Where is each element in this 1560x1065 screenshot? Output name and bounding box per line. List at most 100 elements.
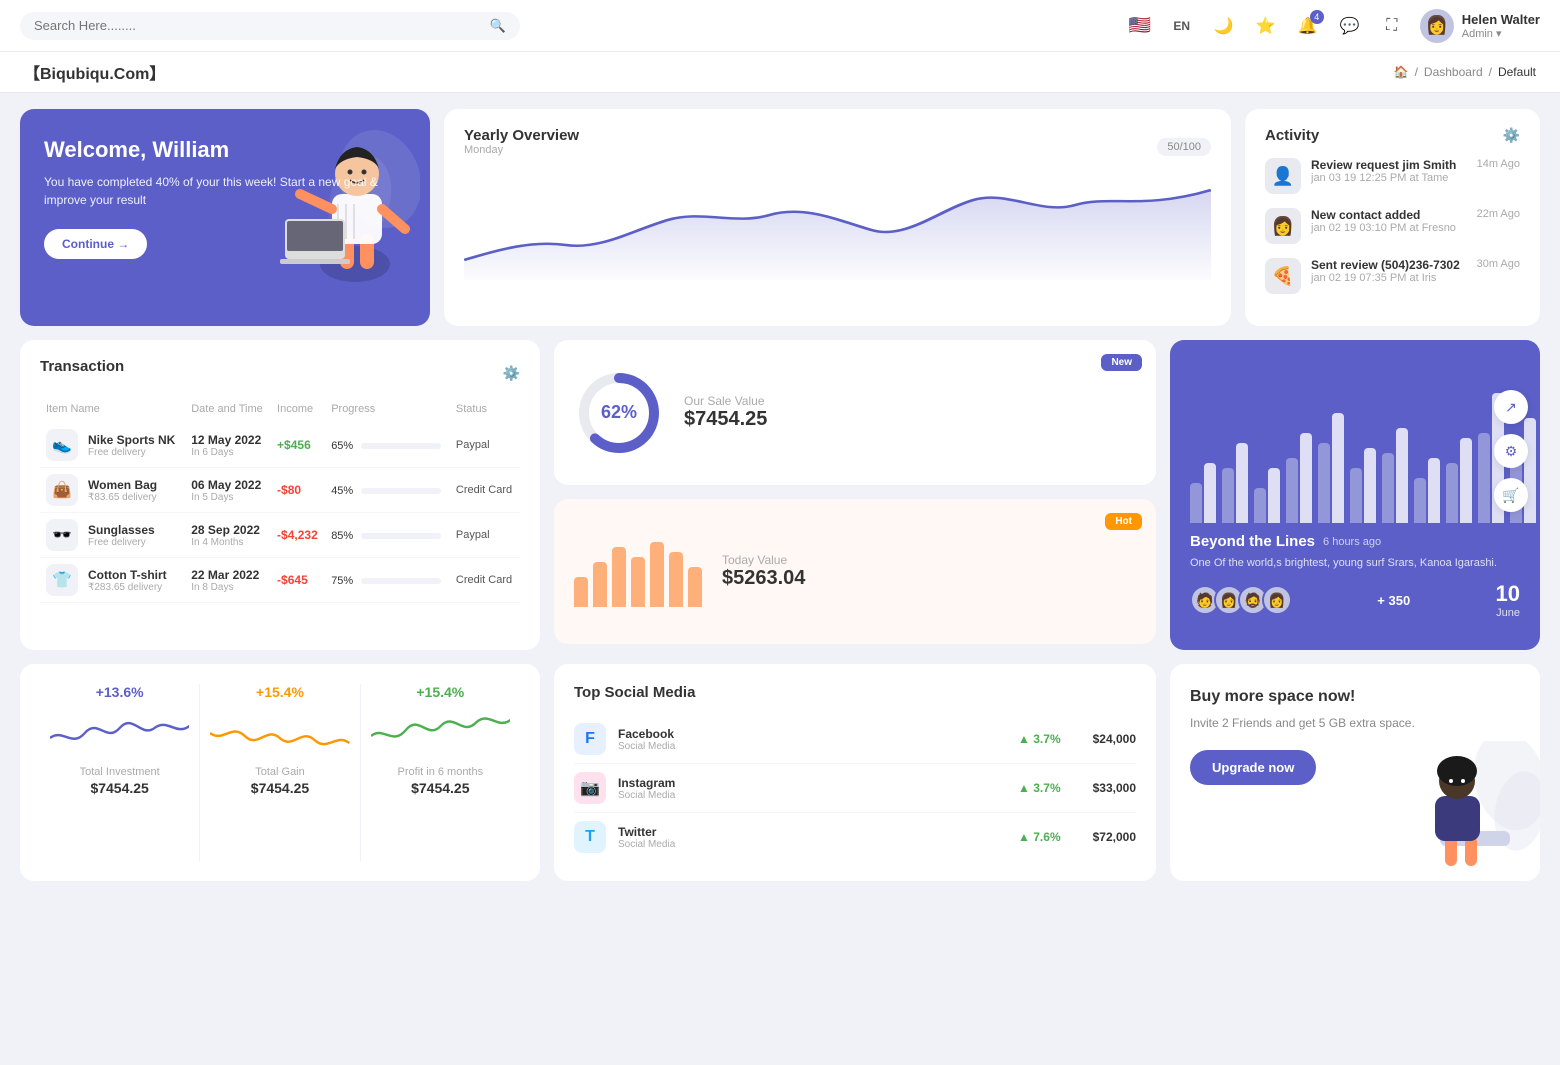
activity-item: 🍕 Sent review (504)236-7302 jan 02 19 07… [1265,258,1520,294]
breadcrumb-bar: 【Biqubiqu.Com】 🏠 / Dashboard / Default [0,52,1560,93]
item-sub: ₹283.65 delivery [88,582,167,593]
bar-b-white [1204,463,1216,523]
activity-gear-icon[interactable]: ⚙️ [1503,127,1520,144]
today-card: Hot Today Value $5263.04 [554,499,1156,644]
activity-time: 30m Ago [1477,258,1520,270]
transaction-title: Transaction [40,358,124,375]
item-date: 22 Mar 2022 [191,568,265,582]
search-bar[interactable]: 🔍 [20,12,520,40]
item-status: Paypal [450,513,520,558]
stat-pct: +15.4% [210,684,349,700]
bar-mini [688,567,702,607]
tool-btn-1[interactable]: ↗ [1494,390,1528,424]
notification-badge: 4 [1310,10,1324,24]
stat-item: +13.6% Total Investment $7454.25 [40,684,200,861]
item-status: Credit Card [450,558,520,603]
activity-list: 👤 Review request jim Smith jan 03 19 12:… [1265,158,1520,294]
bar-mini [612,547,626,607]
nav-icons: 🇺🇸 EN 🌙 ⭐ 🔔 4 💬 ⛶ 👩 Helen Walter Admin ▾ [1126,9,1540,43]
col-status: Status [450,399,520,423]
social-row: F Facebook Social Media ▲ 3.7% $24,000 [574,715,1136,764]
wave-area [210,708,349,758]
social-list: F Facebook Social Media ▲ 3.7% $24,000 📷… [574,715,1136,861]
social-val: $33,000 [1093,781,1136,795]
table-row: 👟 Nike Sports NK Free delivery 12 May 20… [40,423,520,468]
user-info[interactable]: 👩 Helen Walter Admin ▾ [1420,9,1540,43]
hot-badge: Hot [1105,513,1142,530]
yearly-card: Yearly Overview Monday 50/100 [444,109,1231,326]
item-date: 28 Sep 2022 [191,523,265,537]
avatar: 👩 [1420,9,1454,43]
yearly-title: Yearly Overview [464,127,579,144]
social-name: Twitter [618,825,675,839]
social-info: Instagram Social Media [618,776,675,801]
stat-item: +15.4% Total Gain $7454.25 [200,684,360,861]
beyond-month: June [1496,607,1520,619]
transaction-gear-icon[interactable]: ⚙️ [503,365,520,382]
beyond-title: Beyond the Lines [1190,533,1315,550]
user-role: Admin ▾ [1462,27,1540,40]
bar-b-white [1332,413,1344,523]
tool-btn-2[interactable]: ⚙ [1494,434,1528,468]
bar-b-white [1460,438,1472,523]
stat-val: $7454.25 [371,780,510,796]
social-val: $24,000 [1093,732,1136,746]
stat-pct: +15.4% [371,684,510,700]
breadcrumb-dashboard[interactable]: Dashboard [1424,65,1483,79]
bar-big-card: ↗ ⚙ 🛒 [1170,340,1540,650]
stat-pct: +13.6% [50,684,189,700]
item-days: In 8 Days [191,582,265,593]
big-bar-chart [1190,358,1520,533]
yearly-badge: 50/100 [1157,138,1211,156]
social-pct: ▲ 7.6% [687,830,1060,844]
wave-area [371,708,510,758]
item-sub: Free delivery [88,537,155,548]
bar-mini [631,557,645,607]
message-icon[interactable]: 💬 [1336,12,1364,40]
bar-b-light [1478,433,1490,523]
activity-item: 👤 Review request jim Smith jan 03 19 12:… [1265,158,1520,194]
upgrade-illustration [1380,741,1540,881]
beyond-sub: One Of the world,s brightest, young surf… [1190,556,1520,571]
star-icon[interactable]: ⭐ [1252,12,1280,40]
item-status: Paypal [450,423,520,468]
item-name: Nike Sports NK [88,433,175,447]
social-title: Top Social Media [574,684,1136,701]
progress-label: 85% [331,530,353,542]
activity-sub-text: jan 02 19 03:10 PM at Fresno [1311,222,1467,234]
progress-bar-wrap [361,443,441,449]
upgrade-sub: Invite 2 Friends and get 5 GB extra spac… [1190,714,1520,732]
stat-val: $7454.25 [50,780,189,796]
today-bar-chart [574,537,702,607]
user-name: Helen Walter [1462,12,1540,27]
continue-button[interactable]: Continue → [44,229,147,259]
social-sub: Social Media [618,839,675,850]
social-icon: F [574,723,606,755]
activity-title-text: Sent review (504)236-7302 [1311,258,1467,272]
notification-icon[interactable]: 🔔 4 [1294,12,1322,40]
item-icon: 👟 [46,429,78,461]
search-input[interactable] [34,18,482,33]
activity-thumb: 👤 [1265,158,1301,194]
social-icon: T [574,821,606,853]
activity-info: Review request jim Smith jan 03 19 12:25… [1311,158,1467,184]
bar-b-white [1236,443,1248,523]
bar-b-white [1268,468,1280,523]
today-label: Today Value [722,553,805,567]
bar-b-light [1382,453,1394,523]
upgrade-button[interactable]: Upgrade now [1190,750,1316,785]
activity-item: 👩 New contact added jan 02 19 03:10 PM a… [1265,208,1520,244]
main-content: Welcome, William You have completed 40% … [0,93,1560,897]
fullscreen-icon[interactable]: ⛶ [1378,12,1406,40]
home-icon[interactable]: 🏠 [1394,65,1409,79]
tool-btn-3[interactable]: 🛒 [1494,478,1528,512]
sale-label: Our Sale Value [684,394,767,408]
progress-label: 75% [331,575,353,587]
language-label[interactable]: EN [1168,12,1196,40]
theme-toggle[interactable]: 🌙 [1210,12,1238,40]
transaction-table: Item Name Date and Time Income Progress … [40,399,520,603]
row-3: +13.6% Total Investment $7454.25 +15.4% … [20,664,1540,881]
brand-logo: 【Biqubiqu.Com】 [24,60,165,84]
bar-b-white [1300,433,1312,523]
flag-icon[interactable]: 🇺🇸 [1126,12,1154,40]
